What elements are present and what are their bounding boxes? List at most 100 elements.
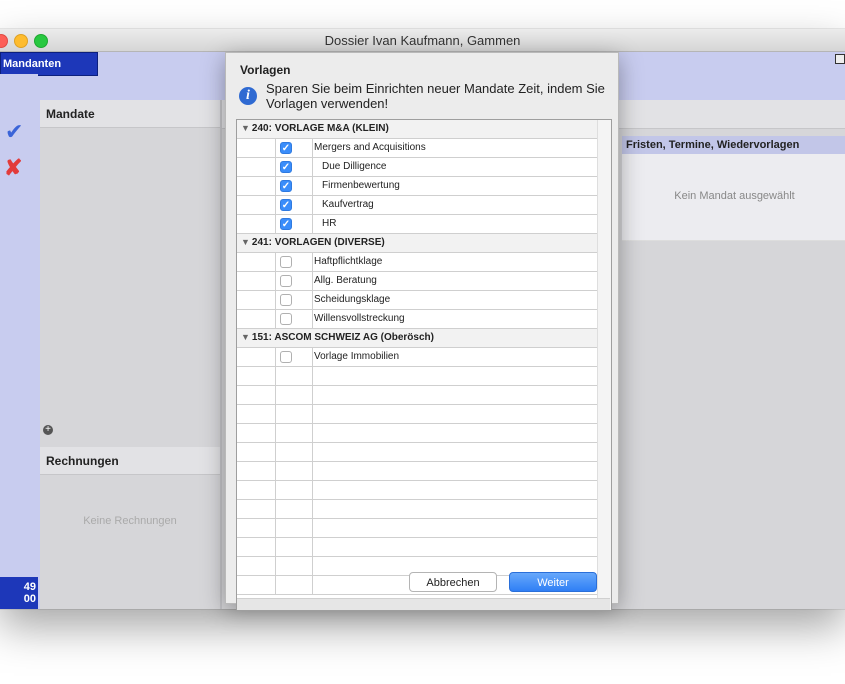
- disclosure-triangle-icon[interactable]: ▼: [241, 123, 250, 133]
- cancel-button[interactable]: Abbrechen: [409, 572, 497, 592]
- empty-row: [237, 462, 597, 481]
- no-invoices-text: Keine Rechnungen: [83, 515, 177, 527]
- empty-row: [237, 405, 597, 424]
- template-checkbox[interactable]: ✓: [280, 218, 292, 230]
- row-cell: [237, 196, 276, 214]
- no-mandate-text: Kein Mandat ausgewählt: [674, 190, 795, 202]
- row-cell: [275, 367, 313, 385]
- template-item-row[interactable]: ✓ Due Dilligence: [237, 158, 597, 177]
- counter-badge: 49 00: [0, 577, 38, 609]
- row-cell: [275, 424, 313, 442]
- template-item-label: Mergers and Acquisitions: [314, 142, 426, 153]
- deadlines-body: Kein Mandat ausgewählt: [622, 154, 845, 241]
- template-item-label: Allg. Beratung: [314, 275, 377, 286]
- row-cell: [237, 310, 276, 328]
- window-corner-icon[interactable]: [835, 54, 845, 64]
- template-item-label: Willensvollstreckung: [314, 313, 405, 324]
- template-group-label: ▼ 240: VORLAGE M&A (KLEIN): [241, 123, 389, 134]
- template-group-name: 151: ASCOM SCHWEIZ AG (Oberösch): [251, 332, 434, 343]
- template-checkbox[interactable]: [280, 294, 292, 306]
- template-item-label: Due Dilligence: [322, 161, 387, 172]
- row-cell: [237, 424, 276, 442]
- row-cell: [237, 481, 276, 499]
- row-cell: [237, 139, 276, 157]
- row-cell: [237, 367, 276, 385]
- template-group-row[interactable]: ▼ 240: VORLAGE M&A (KLEIN): [237, 120, 597, 139]
- empty-row: [237, 481, 597, 500]
- row-cell: [275, 405, 313, 423]
- template-checkbox[interactable]: [280, 351, 292, 363]
- row-cell: [237, 557, 276, 575]
- row-cell: [237, 519, 276, 537]
- horizontal-scrollbar[interactable]: [237, 598, 610, 610]
- mandate-panel: Mandate + Rechnungen Keine Rechnungen: [40, 100, 220, 609]
- checkmark-icon[interactable]: ✔: [5, 119, 23, 145]
- template-item-label: Haftpflichtklage: [314, 256, 383, 267]
- row-cell: [237, 386, 276, 404]
- row-cell: [237, 576, 276, 594]
- window-title: Dossier Ivan Kaufmann, Gammen: [324, 33, 521, 48]
- template-item-row[interactable]: Haftpflichtklage: [237, 253, 597, 272]
- template-item-row[interactable]: ✓ Firmenbewertung: [237, 177, 597, 196]
- disclosure-triangle-icon[interactable]: ▼: [241, 237, 250, 247]
- row-cell: [275, 462, 313, 480]
- row-cell: [237, 291, 276, 309]
- template-checkbox[interactable]: [280, 313, 292, 325]
- template-item-row[interactable]: ✓ Mergers and Acquisitions: [237, 139, 597, 158]
- deadlines-header: Fristen, Termine, Wiedervorlagen: [622, 136, 845, 154]
- row-cell: [275, 538, 313, 556]
- dialog-info-text: Sparen Sie beim Einrichten neuer Mandate…: [266, 81, 605, 111]
- rechnungen-panel-title: Rechnungen: [40, 447, 220, 475]
- empty-row: [237, 367, 597, 386]
- next-button[interactable]: Weiter: [509, 572, 597, 592]
- template-checkbox[interactable]: [280, 275, 292, 287]
- row-cell: [275, 519, 313, 537]
- mandate-panel-title: Mandate: [40, 100, 220, 128]
- dialog-title: Vorlagen: [240, 63, 291, 77]
- template-checkbox[interactable]: ✓: [280, 180, 292, 192]
- disclosure-triangle-icon[interactable]: ▼: [241, 332, 250, 342]
- template-item-label: Vorlage Immobilien: [314, 351, 400, 362]
- template-checkbox[interactable]: ✓: [280, 199, 292, 211]
- template-item-row[interactable]: ✓ HR: [237, 215, 597, 234]
- row-cell: [237, 253, 276, 271]
- template-group-row[interactable]: ▼ 151: ASCOM SCHWEIZ AG (Oberösch): [237, 329, 597, 348]
- row-cell: [275, 443, 313, 461]
- template-checkbox[interactable]: [280, 256, 292, 268]
- template-checkbox[interactable]: ✓: [280, 161, 292, 173]
- template-group-name: 241: VORLAGEN (DIVERSE): [251, 237, 385, 248]
- mandanten-label[interactable]: Mandanten: [0, 52, 98, 76]
- empty-row: [237, 519, 597, 538]
- template-item-row[interactable]: Scheidungsklage: [237, 291, 597, 310]
- template-group-label: ▼ 241: VORLAGEN (DIVERSE): [241, 237, 385, 248]
- row-cell: [275, 481, 313, 499]
- template-item-row[interactable]: Allg. Beratung: [237, 272, 597, 291]
- template-checkbox[interactable]: ✓: [280, 142, 292, 154]
- template-item-row[interactable]: ✓ Kaufvertrag: [237, 196, 597, 215]
- row-cell: [275, 500, 313, 518]
- row-cell: [237, 538, 276, 556]
- templates-dialog: Vorlagen i Sparen Sie beim Einrichten ne…: [225, 52, 619, 611]
- row-cell: [275, 386, 313, 404]
- row-cell: [275, 557, 313, 575]
- row-cell: [237, 215, 276, 233]
- template-group-row[interactable]: ▼ 241: VORLAGEN (DIVERSE): [237, 234, 597, 253]
- row-cell: [237, 462, 276, 480]
- row-cell: [237, 443, 276, 461]
- add-mandate-icon[interactable]: +: [43, 425, 53, 435]
- row-cell: [237, 158, 276, 176]
- templates-list[interactable]: ▼ 240: VORLAGE M&A (KLEIN) ✓ Mergers and Ac…: [236, 119, 612, 611]
- row-cell: [275, 576, 313, 594]
- vertical-scrollbar[interactable]: [597, 120, 611, 610]
- template-item-row[interactable]: Vorlage Immobilien: [237, 348, 597, 367]
- template-item-label: Kaufvertrag: [322, 199, 374, 210]
- empty-row: [237, 538, 597, 557]
- template-item-label: HR: [322, 218, 337, 229]
- template-item-row[interactable]: Willensvollstreckung: [237, 310, 597, 329]
- row-cell: [237, 177, 276, 195]
- delete-x-icon[interactable]: ✘: [4, 155, 22, 181]
- empty-row: [237, 386, 597, 405]
- empty-row: [237, 500, 597, 519]
- row-cell: [237, 348, 276, 366]
- row-cell: [237, 272, 276, 290]
